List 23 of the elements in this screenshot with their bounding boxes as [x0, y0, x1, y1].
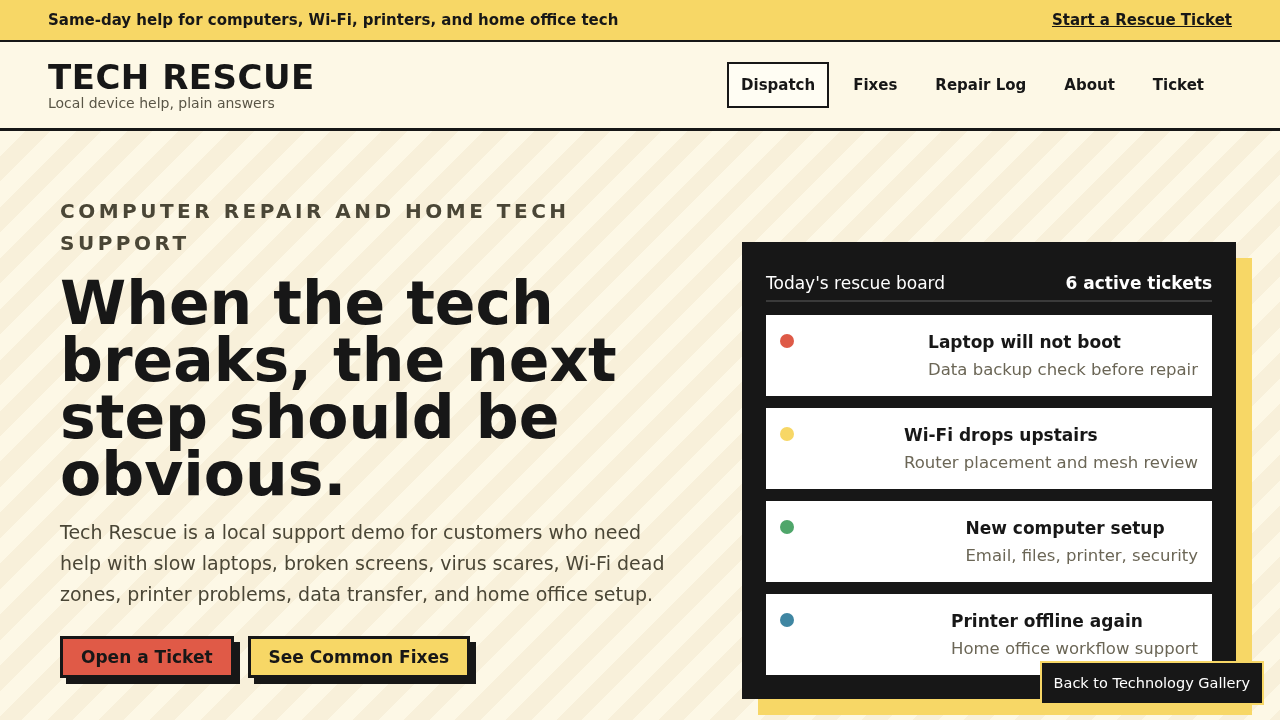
ticket-count: 6 active tickets	[1065, 273, 1212, 293]
ticket-title: Printer offline again	[951, 610, 1144, 632]
nav-link[interactable]: Repair Log	[921, 62, 1041, 108]
ticket-title: New computer setup	[965, 517, 1166, 539]
ticket-detail: Email, files, printer, security	[965, 545, 1198, 567]
site-logo[interactable]: TECH RESCUE	[48, 59, 315, 95]
hero-eyebrow: COMPUTER REPAIR AND HOME TECH SUPPORT	[60, 198, 571, 257]
back-to-gallery-link[interactable]: Back to Technology Gallery	[1039, 661, 1264, 705]
nav-link[interactable]: Ticket	[1138, 62, 1218, 108]
announcement-text: Same-day help for computers, Wi-Fi, printers, and home office tech	[48, 11, 619, 29]
ticket-title: Laptop will not boot	[928, 331, 1122, 353]
nav-link[interactable]: About	[1050, 62, 1129, 108]
ticket-detail: Home office workflow support	[951, 638, 1198, 660]
site-tagline: Local device help, plain answers	[48, 95, 276, 111]
hero-intro: Tech Rescue is a local support demo for customers who need help with slow laptops, broken screens, virus scares, Wi-Fi dead zones, printer problems, data transfer, and home office setup.	[60, 520, 665, 607]
nav-link[interactable]: Dispatch	[727, 62, 830, 108]
nav-link[interactable]: Fixes	[839, 62, 912, 108]
ticket-title: Wi-Fi drops upstairs	[903, 424, 1099, 446]
ticket-detail: Router placement and mesh review	[903, 452, 1198, 474]
start-ticket-link[interactable]: Start a Rescue Ticket	[1051, 11, 1232, 29]
ticket-detail: Data backup check before repair	[928, 359, 1198, 381]
board-title: Today's rescue board	[766, 273, 946, 293]
hero-heading: When the tech breaks, the next step should be obvious.	[60, 275, 618, 503]
